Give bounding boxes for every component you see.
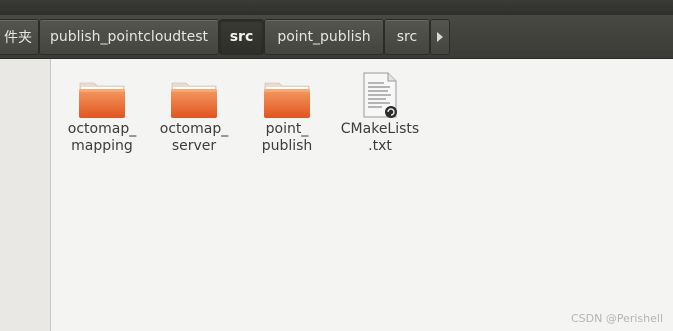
file-item-point-publish[interactable]: point_ publish	[242, 69, 332, 155]
file-view: octomap_ mapping octomap_ server point_ …	[51, 59, 673, 331]
path-crumb-label: publish_pointcloudtest	[49, 29, 209, 45]
triangle-right-icon	[437, 32, 443, 42]
file-label: octomap_ server	[159, 121, 229, 154]
file-label: CMakeLists .txt	[340, 121, 420, 154]
file-label: octomap_ mapping	[67, 121, 137, 154]
path-crumb-label: point_publish	[277, 29, 371, 45]
path-crumb-label: 件夹	[4, 30, 32, 46]
path-crumb-2[interactable]: src	[219, 19, 264, 55]
file-item-octomap-mapping[interactable]: octomap_ mapping	[57, 69, 147, 155]
file-item-octomap-server[interactable]: octomap_ server	[149, 69, 239, 155]
path-crumb-label: src	[396, 29, 418, 45]
path-crumb-4[interactable]: src	[384, 19, 430, 55]
file-item-cmakelists[interactable]: CMakeLists .txt	[335, 69, 425, 155]
path-crumb-0[interactable]: 件夹	[0, 19, 39, 55]
watermark: CSDN @Perishell	[570, 312, 663, 325]
text-file-icon	[353, 69, 407, 119]
folder-icon	[260, 69, 314, 119]
file-label: point_ publish	[261, 121, 313, 154]
window-top-strip	[0, 0, 673, 15]
path-scroll-right-button[interactable]	[430, 19, 450, 55]
path-crumb-3[interactable]: point_publish	[264, 19, 384, 55]
sidebar	[0, 59, 51, 331]
path-crumb-label: src	[229, 29, 254, 45]
folder-icon	[167, 69, 221, 119]
path-bar: 件夹 publish_pointcloudtest src point_publ…	[0, 15, 673, 59]
path-crumb-1[interactable]: publish_pointcloudtest	[39, 19, 219, 55]
folder-icon	[75, 69, 129, 119]
